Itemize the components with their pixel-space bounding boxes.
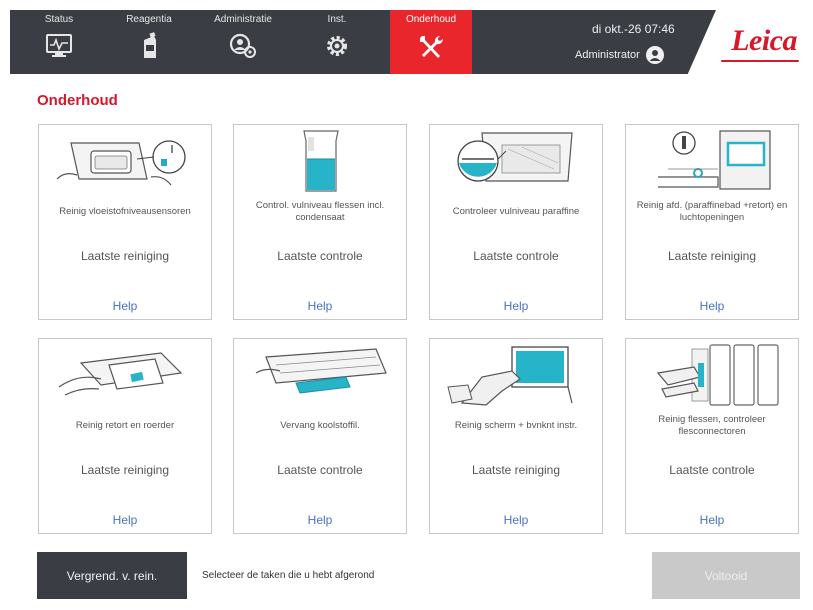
task-card-touchscreen[interactable]: Reinig scherm + bvnknt instr. Laatste re… bbox=[429, 338, 603, 534]
task-card-carbon-filter[interactable]: Vervang koolstoffil. Laatste controle He… bbox=[233, 338, 407, 534]
task-card-seals-vents[interactable]: Reinig afd. (paraffinebad +retort) en lu… bbox=[625, 124, 799, 320]
bottle-connector-illustration bbox=[638, 343, 788, 407]
task-status: Laatste reiniging bbox=[667, 249, 757, 263]
task-card-bottle-levels[interactable]: Control. vulniveau flessen incl. condens… bbox=[233, 124, 407, 320]
help-link[interactable]: Help bbox=[626, 299, 798, 313]
level-sensor-illustration bbox=[51, 129, 201, 193]
leica-logo: Leica bbox=[731, 24, 797, 57]
datetime-display: di okt.-26 07:46 bbox=[592, 22, 675, 36]
tab-label: Administratie bbox=[214, 14, 272, 25]
bottle-level-illustration bbox=[246, 129, 396, 193]
tab-label: Reagentia bbox=[126, 14, 172, 25]
monitor-pulse-icon bbox=[43, 31, 75, 61]
tab-label: Inst. bbox=[327, 14, 347, 25]
tab-reagentia[interactable]: Reagentia bbox=[106, 10, 192, 74]
tab-label: Onderhoud bbox=[405, 14, 457, 25]
task-status: Laatste controle bbox=[277, 463, 363, 477]
help-link[interactable]: Help bbox=[430, 513, 602, 527]
user-name: Administrator bbox=[575, 49, 640, 61]
task-status: Laatste reiniging bbox=[80, 463, 170, 477]
lock-for-cleaning-button[interactable]: Vergrend. v. rein. bbox=[37, 552, 187, 599]
help-link[interactable]: Help bbox=[234, 513, 406, 527]
retort-stirrer-illustration bbox=[51, 343, 201, 407]
task-label: Control. vulniveau flessen incl. condens… bbox=[255, 200, 385, 223]
task-card-level-sensors[interactable]: Reinig vloeistofniveausensoren Laatste r… bbox=[38, 124, 212, 320]
task-status: Laatste reiniging bbox=[80, 249, 170, 263]
page-title: Onderhoud bbox=[37, 92, 118, 109]
task-label: Reinig afd. (paraffinebad +retort) en lu… bbox=[636, 200, 788, 223]
task-label: Reinig vloeistofniveausensoren bbox=[59, 206, 191, 217]
help-link[interactable]: Help bbox=[234, 299, 406, 313]
seal-vent-illustration bbox=[638, 129, 788, 193]
help-link[interactable]: Help bbox=[39, 299, 211, 313]
admin-cog-user-icon bbox=[227, 31, 259, 61]
help-link[interactable]: Help bbox=[626, 513, 798, 527]
task-label: Controleer vulniveau paraffine bbox=[452, 206, 580, 217]
task-status: Laatste controle bbox=[669, 463, 755, 477]
tab-administratie[interactable]: Administratie bbox=[200, 10, 286, 74]
task-card-paraffin-level[interactable]: Controleer vulniveau paraffine Laatste c… bbox=[429, 124, 603, 320]
help-link[interactable]: Help bbox=[39, 513, 211, 527]
gear-icon bbox=[321, 31, 353, 61]
task-label: Reinig scherm + bvnknt instr. bbox=[454, 420, 578, 431]
task-status: Laatste controle bbox=[277, 249, 363, 263]
top-navigation-bar: Status Reagentia Administratie Inst. Ond… bbox=[10, 10, 803, 74]
tab-onderhoud[interactable]: Onderhoud bbox=[390, 10, 472, 74]
task-card-bottles-connectors[interactable]: Reinig flessen, controleer flesconnector… bbox=[625, 338, 799, 534]
paraffin-level-illustration bbox=[442, 129, 592, 193]
user-indicator[interactable]: Administrator bbox=[575, 46, 664, 64]
tools-icon bbox=[415, 31, 447, 61]
task-label: Reinig flessen, controleer flesconnector… bbox=[658, 414, 766, 437]
touchscreen-clean-illustration bbox=[442, 343, 592, 407]
done-button[interactable]: Voltooid bbox=[652, 552, 800, 599]
user-avatar-icon bbox=[645, 46, 664, 64]
reagent-bottle-icon bbox=[133, 31, 165, 61]
carbon-filter-illustration bbox=[246, 343, 396, 407]
task-status: Laatste reiniging bbox=[471, 463, 561, 477]
task-label: Reinig retort en roerder bbox=[75, 420, 175, 431]
tab-label: Status bbox=[44, 14, 74, 25]
tab-status[interactable]: Status bbox=[16, 10, 102, 74]
task-card-retort-stirrer[interactable]: Reinig retort en roerder Laatste reinigi… bbox=[38, 338, 212, 534]
help-link[interactable]: Help bbox=[430, 299, 602, 313]
logo-underline bbox=[721, 60, 799, 62]
task-label: Vervang koolstoffil. bbox=[280, 420, 360, 431]
instruction-text: Selecteer de taken die u hebt afgerond bbox=[202, 570, 375, 581]
task-status: Laatste controle bbox=[473, 249, 559, 263]
tab-inst[interactable]: Inst. bbox=[294, 10, 380, 74]
